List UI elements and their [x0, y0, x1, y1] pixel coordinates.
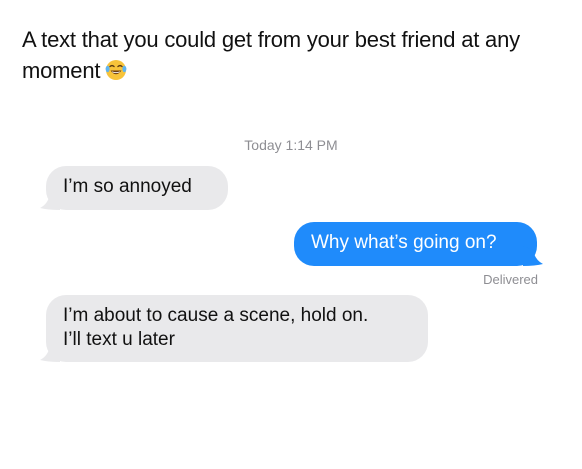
conversation-timestamp: Today 1:14 PM	[244, 137, 338, 153]
message-text: I’m so annoyed	[63, 176, 192, 197]
bubble-tail-icon	[40, 190, 60, 210]
received-message-bubble[interactable]: I’m about to cause a scene, hold on. I’l…	[40, 295, 428, 362]
message-text-line: I’m about to cause a scene, hold on.	[63, 305, 369, 326]
message-text-line: I’ll text u later	[63, 329, 175, 350]
caption-text: A text that you could get from your best…	[22, 27, 520, 83]
bubble-tail-icon	[40, 342, 60, 362]
tears-of-joy-emoji-icon	[104, 58, 128, 90]
post-caption: A text that you could get from your best…	[22, 24, 567, 90]
message-text: Why what’s going on?	[311, 232, 497, 253]
delivery-status: Delivered	[483, 272, 538, 287]
sent-message-bubble[interactable]: Why what’s going on?	[294, 222, 543, 266]
received-message-bubble[interactable]: I’m so annoyed	[40, 166, 228, 210]
bubble-tail-icon	[523, 246, 543, 266]
